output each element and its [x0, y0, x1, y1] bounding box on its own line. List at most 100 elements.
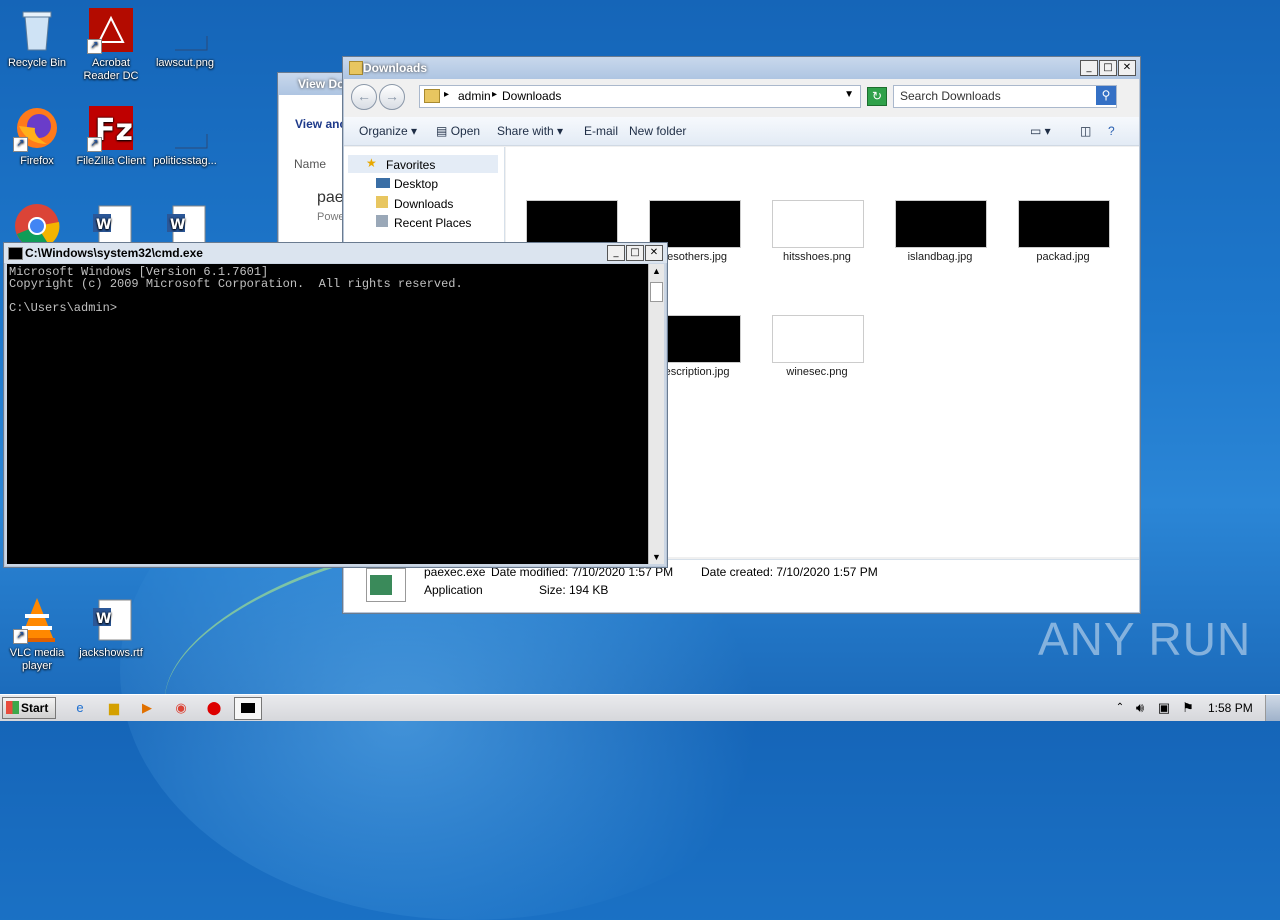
breadcrumb-chevron-icon[interactable]: ▸	[444, 89, 449, 100]
scroll-down-icon[interactable]: ▼	[649, 550, 664, 564]
search-icon[interactable]: ⚲	[1096, 86, 1116, 105]
viewer-column-name[interactable]: Name	[294, 157, 326, 171]
desktop-icon-label: jackshows.rtf	[79, 647, 143, 659]
file-name-packad[interactable]: packad.jpg	[1001, 251, 1125, 263]
back-button[interactable]: ←	[351, 84, 377, 110]
desktop-icon-acrobat[interactable]: ↗ Acrobat Reader DC	[74, 6, 148, 83]
taskbar: Start e ▆ ▶ ◉ ⬤ ⌃ 🔊︎ ▣ ⚑ 1:58 PM	[0, 694, 1280, 721]
organize-button[interactable]: Organize ▾	[359, 124, 417, 138]
anyrun-watermark: ANY RUN	[1038, 613, 1252, 665]
viewer-item-title[interactable]: pae	[317, 189, 344, 207]
cmd-icon	[8, 247, 23, 260]
desktop-icon-vlc[interactable]: ↗ VLC media player	[0, 596, 74, 673]
file-thumbnail[interactable]	[649, 200, 741, 248]
file-thumbnail[interactable]	[1018, 200, 1110, 248]
desktop-icon	[376, 178, 390, 188]
file-name-winesec[interactable]: winesec.png	[755, 366, 879, 378]
open-button[interactable]: ▤ Open	[436, 124, 480, 138]
downloads-folder-icon	[376, 196, 388, 208]
filezilla-icon: Fz ↗	[87, 104, 135, 152]
preview-pane-icon[interactable]: ◫	[1080, 124, 1091, 138]
file-thumbnail[interactable]	[526, 200, 618, 248]
folder-icon	[349, 61, 363, 75]
explorer-titlebar[interactable]: Downloads _ □ ✕	[343, 57, 1140, 79]
desktop-icon-label: lawscut.png	[155, 57, 215, 69]
breadcrumb-chevron-icon[interactable]: ▸	[492, 89, 497, 100]
nav-recent-label: Recent Places	[394, 216, 472, 230]
scroll-thumb[interactable]	[650, 282, 663, 302]
taskbar-cmd-button[interactable]	[234, 697, 262, 720]
file-thumbnail[interactable]	[772, 200, 864, 248]
maximize-button[interactable]: □	[1099, 60, 1117, 76]
search-input[interactable]: Search Downloads ⚲	[893, 85, 1117, 108]
command-bar: Organize ▾ ▤ Open Share with ▾ E-mail Ne…	[344, 117, 1139, 146]
cmd-scrollbar[interactable]: ▲ ▼	[648, 264, 664, 564]
desktop-icon-recycle-bin[interactable]: Recycle Bin	[0, 6, 74, 70]
nav-favorites-label: Favorites	[386, 158, 436, 172]
breadcrumb-admin[interactable]: admin	[458, 89, 491, 103]
file-name-hitsshoes[interactable]: hitsshoes.png	[755, 251, 879, 263]
nav-favorites[interactable]: ★ Favorites	[348, 155, 498, 173]
word-document-icon: W	[87, 596, 135, 644]
clock[interactable]: 1:58 PM	[1208, 701, 1253, 715]
forward-button[interactable]: →	[379, 84, 405, 110]
star-icon: ★	[366, 156, 377, 170]
email-button[interactable]: E-mail	[584, 124, 618, 138]
share-with-button[interactable]: Share with ▾	[497, 124, 563, 138]
nav-recent-places[interactable]: Recent Places	[376, 215, 471, 230]
detail-created: Date created: 7/10/2020 1:57 PM	[701, 565, 878, 579]
desktop-icon-filezilla[interactable]: Fz ↗ FileZilla Client	[74, 104, 148, 168]
taskbar-opera-icon[interactable]: ⬤	[200, 697, 228, 720]
recycle-bin-icon	[13, 6, 61, 54]
cmd-close-button[interactable]: ✕	[645, 245, 663, 261]
recent-places-icon	[376, 215, 388, 227]
share-label: Share with	[497, 124, 554, 138]
new-folder-button[interactable]: New folder	[629, 124, 686, 138]
cmd-window[interactable]: C:\Windows\system32\cmd.exe _ □ ✕ Micros…	[3, 242, 668, 568]
explorer-title: Downloads	[363, 61, 428, 75]
desktop-icon-politicsstag[interactable]: politicsstag...	[148, 104, 222, 168]
svg-text:W: W	[96, 217, 111, 233]
cmd-minimize-button[interactable]: _	[607, 245, 625, 261]
cmd-console-output[interactable]: Microsoft Windows [Version 6.1.7601] Cop…	[7, 264, 648, 564]
views-icon[interactable]: ▭ ▾	[1030, 124, 1051, 138]
cmd-maximize-button[interactable]: □	[626, 245, 644, 261]
desktop-icon-label: Recycle Bin	[7, 57, 67, 69]
taskbar-chrome-icon[interactable]: ◉	[167, 697, 195, 720]
minimize-button[interactable]: _	[1080, 60, 1098, 76]
desktop-icon-jackshows[interactable]: W jackshows.rtf	[74, 596, 148, 660]
cmd-icon	[241, 703, 255, 713]
file-thumbnail[interactable]	[895, 200, 987, 248]
address-row: ← → ▸ admin ▸ Downloads ▼ ↻ Search Downl…	[347, 81, 1136, 110]
image-file-icon	[161, 6, 209, 54]
viewer-title: View Do	[298, 77, 345, 91]
nav-desktop-label: Desktop	[394, 177, 439, 191]
nav-desktop[interactable]: Desktop	[376, 177, 438, 191]
action-center-flag-icon[interactable]: ⚑	[1174, 697, 1202, 720]
file-name-islandbag[interactable]: islandbag.jpg	[878, 251, 1002, 263]
breadcrumb-downloads[interactable]: Downloads	[502, 89, 561, 103]
help-icon[interactable]: ?	[1108, 124, 1115, 138]
vlc-icon: ↗	[13, 596, 61, 644]
address-dropdown-icon[interactable]: ▼	[844, 89, 854, 100]
file-thumbnail[interactable]	[772, 315, 864, 363]
desktop-icon-lawscut[interactable]: lawscut.png	[148, 6, 222, 70]
shortcut-arrow-icon: ↗	[87, 39, 102, 54]
cmd-titlebar[interactable]: C:\Windows\system32\cmd.exe _ □ ✕	[4, 243, 667, 263]
windows-logo-icon	[6, 701, 19, 714]
show-desktop-button[interactable]	[1265, 695, 1280, 721]
desktop-icon-firefox[interactable]: ↗ Firefox	[0, 104, 74, 168]
open-icon: ▤	[436, 124, 448, 138]
taskbar-explorer-icon[interactable]: ▆	[100, 697, 128, 720]
nav-downloads[interactable]: Downloads	[376, 196, 453, 211]
viewer-item-subtitle: Powe	[317, 211, 345, 223]
start-label: Start	[21, 701, 49, 715]
taskbar-media-player-icon[interactable]: ▶	[133, 697, 161, 720]
start-button[interactable]: Start	[2, 697, 56, 719]
address-bar[interactable]: ▸ admin ▸ Downloads ▼	[419, 85, 861, 108]
scroll-up-icon[interactable]: ▲	[649, 264, 664, 278]
close-button[interactable]: ✕	[1118, 60, 1136, 76]
viewer-heading: View anc	[295, 117, 347, 131]
refresh-icon[interactable]: ↻	[867, 87, 887, 106]
taskbar-ie-icon[interactable]: e	[66, 697, 94, 720]
